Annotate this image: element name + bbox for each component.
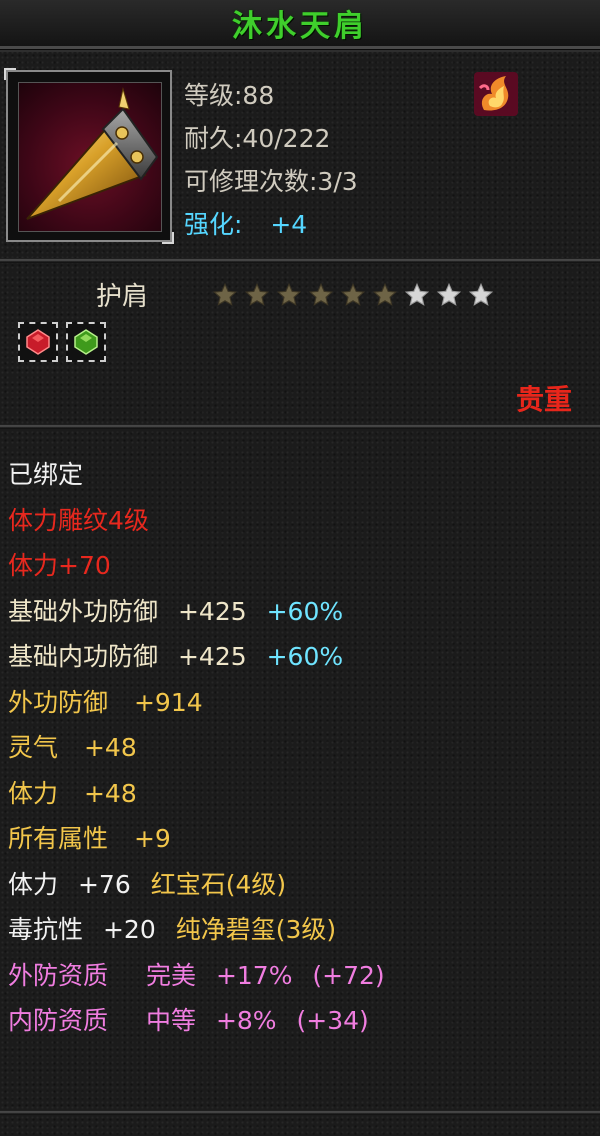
engrave-attr: 体力雕纹4级 xyxy=(8,505,149,535)
item-durability: 耐久:40/222 xyxy=(184,124,331,153)
divider-bottom xyxy=(0,424,600,429)
item-level: 等级:88 xyxy=(184,81,275,110)
star-filled-icon xyxy=(212,282,238,306)
star-filled-icon xyxy=(244,282,270,306)
base-inner-def-attr: 基础内功防御 +425 +60% xyxy=(8,642,344,671)
item-icon-frame xyxy=(4,68,174,244)
star-filled-icon xyxy=(340,282,366,306)
star-empty-icon xyxy=(468,282,494,306)
all-attr: 所有属性 +9 xyxy=(8,824,171,853)
gem2-attr: 毒抗性 +20 纯净碧玺(3级) xyxy=(8,915,337,944)
star-filled-icon xyxy=(308,282,334,306)
gem-slot-1[interactable] xyxy=(18,322,58,362)
title-bar: 沐水天肩 xyxy=(0,0,600,49)
gem-slot-2[interactable] xyxy=(66,322,106,362)
divider-footer xyxy=(0,1110,600,1115)
stamina-attr: 体力 +48 xyxy=(8,778,137,808)
item-stats: 等级:88 耐久:40/222 可修理次数:3/3 强化: +4 xyxy=(184,74,358,246)
item-tooltip-panel: 沐水天肩 等级:88 耐久:40/222 可修理次数:3/3 强化: +4 护肩… xyxy=(0,0,600,1136)
item-enhance: 强化: +4 xyxy=(184,203,358,246)
bound-status: 已绑定 xyxy=(8,460,84,489)
item-repairs: 可修理次数:3/3 xyxy=(184,167,358,196)
inner-quality-attr: 内防资质 中等 +8% (+34) xyxy=(8,1006,369,1035)
base-outer-def-attr: 基础外功防御 +425 +60% xyxy=(8,596,344,626)
item-quality: 贵重 xyxy=(515,383,572,416)
item-title: 沐水天肩 xyxy=(232,9,368,44)
gem-slots xyxy=(18,322,106,362)
item-part-name: 护肩 xyxy=(96,282,149,312)
outer-quality-attr: 外防资质 完美 +17% (+72) xyxy=(8,960,385,990)
enhance-value: +4 xyxy=(270,210,308,239)
star-filled-icon xyxy=(372,282,398,306)
divider-top xyxy=(0,258,600,263)
star-empty-icon xyxy=(436,282,462,306)
flame-emblem-icon xyxy=(472,70,520,118)
stamina-bonus-attr: 体力+70 xyxy=(8,551,111,580)
enhance-label: 强化: xyxy=(184,210,243,239)
golden-spiked-shoulder-icon xyxy=(18,82,162,232)
spirit-attr: 灵气 +48 xyxy=(8,733,137,762)
red-gem-icon xyxy=(26,329,50,355)
star-filled-icon xyxy=(276,282,302,306)
star-rating xyxy=(212,282,494,308)
star-empty-icon xyxy=(404,282,430,306)
attribute-list: 已绑定 体力雕纹4级 体力+70 基础外功防御 +425 +60% 基础内功防御… xyxy=(8,452,385,1044)
green-gem-icon xyxy=(74,329,98,355)
gem1-attr: 体力 +76 红宝石(4级) xyxy=(8,869,287,899)
outer-def-attr: 外功防御 +914 xyxy=(8,687,203,717)
